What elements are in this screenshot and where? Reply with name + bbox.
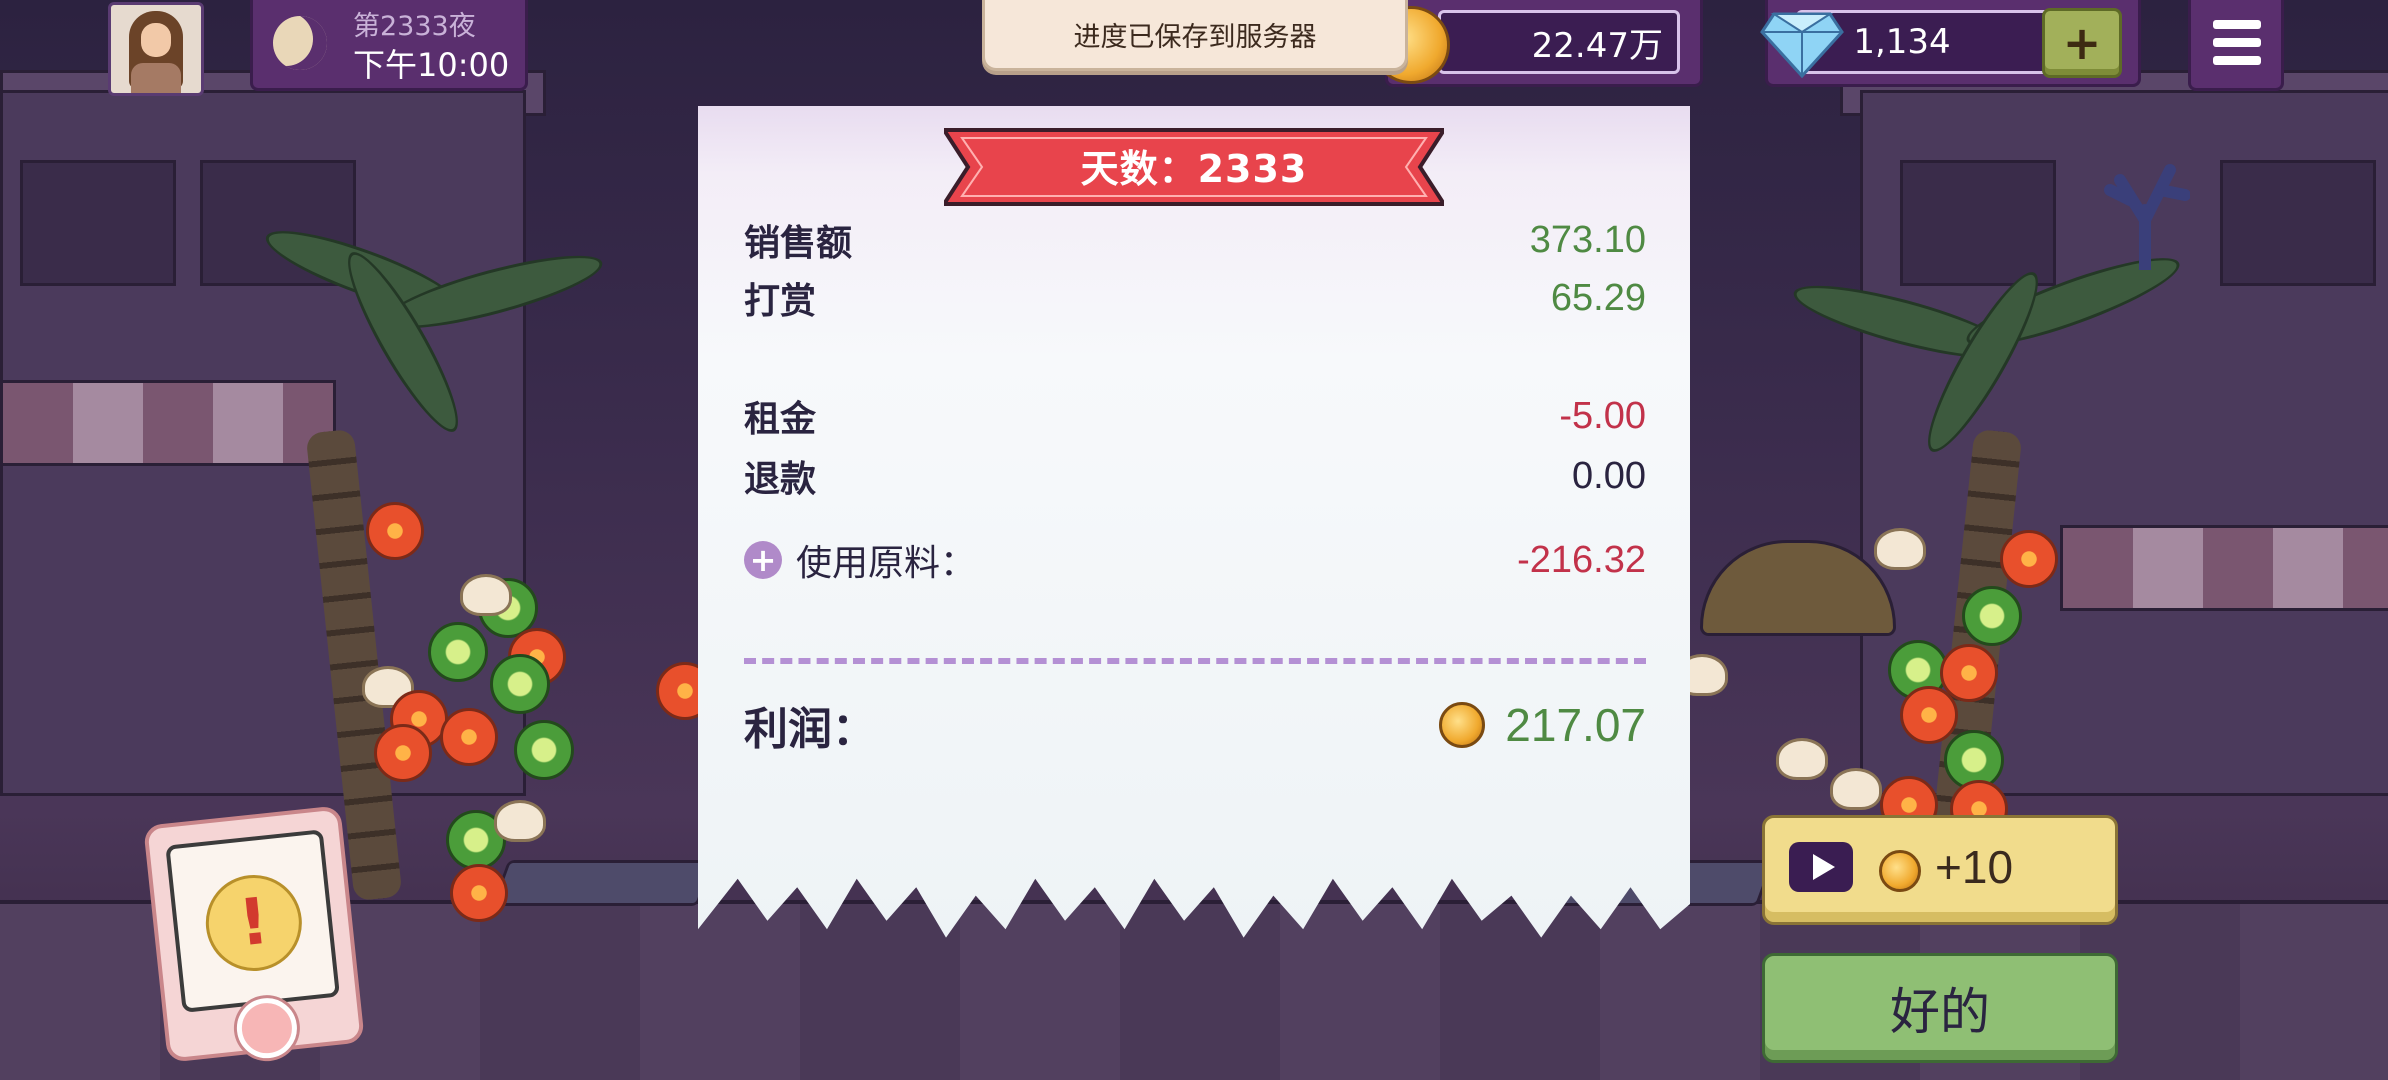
alert-card-button[interactable]: !: [143, 805, 365, 1063]
window: [1900, 160, 2056, 286]
tips-value: 65.29: [1550, 276, 1646, 319]
tomato-slice: [374, 724, 432, 782]
avatar-shirt: [131, 63, 181, 93]
tomato-slice: [366, 502, 424, 560]
receipt-divider: [744, 658, 1646, 664]
pepper-slice: [490, 654, 550, 714]
coin-balance: 22.47万: [1531, 25, 1663, 66]
menu-icon: [2213, 56, 2261, 65]
pepper-slice: [428, 622, 488, 682]
tips-row: 打赏 65.29: [744, 270, 1646, 326]
coin-icon: [1879, 850, 1921, 892]
save-toast: 进度已保存到服务器: [982, 0, 1408, 71]
refund-label: 退款: [744, 459, 817, 500]
sales-value: 373.10: [1529, 218, 1646, 261]
tomato-slice: [450, 864, 508, 922]
striped-awning: [2060, 525, 2388, 611]
pepper-slice: [514, 720, 574, 780]
menu-icon: [2213, 38, 2261, 47]
garlic-clove: [460, 574, 512, 616]
rent-value: -5.00: [1559, 394, 1646, 437]
ok-button[interactable]: 好的: [1762, 953, 2118, 1063]
watch-ad-reward-button[interactable]: +10: [1762, 815, 2118, 925]
sales-row: 销售额 373.10: [744, 212, 1646, 268]
refund-value: 0.00: [1572, 454, 1646, 497]
gem-icon: [1760, 12, 1844, 79]
alert-card-screen: !: [165, 829, 340, 1013]
profit-row: 利润： 217.07: [744, 690, 1646, 760]
profit-value: 217.07: [1505, 699, 1646, 751]
sales-label: 销售额: [744, 223, 853, 264]
coin-box: 22.47万: [1438, 10, 1680, 74]
tomato-slice: [440, 708, 498, 766]
materials-label: 使用原料：: [796, 543, 977, 584]
day-time-panel: 第2333夜 下午10:00: [250, 0, 528, 91]
tips-label: 打赏: [744, 281, 817, 322]
clock-time: 下午10:00: [353, 46, 510, 84]
tomato-slice: [2000, 530, 2058, 588]
buy-gems-button[interactable]: +: [2042, 8, 2122, 78]
window: [2220, 160, 2376, 286]
pepper-slice: [1962, 586, 2022, 646]
profit-amount: 217.07: [1439, 698, 1646, 752]
coral-decoration: [2104, 164, 2190, 270]
day-title: 天数：2333: [1080, 146, 1308, 191]
refund-row: 退款 0.00: [744, 448, 1646, 504]
garlic-clove: [1874, 528, 1926, 570]
avatar-face: [141, 23, 171, 57]
night-counter: 第2333夜: [353, 11, 476, 42]
play-icon: [1789, 842, 1853, 892]
garlic-clove: [1830, 768, 1882, 810]
coin-icon: [1439, 702, 1486, 748]
plus-icon[interactable]: +: [744, 541, 782, 579]
rent-row: 租金 -5.00: [744, 388, 1646, 444]
alert-icon: !: [201, 870, 307, 976]
garlic-clove: [1776, 738, 1828, 780]
garlic-clove: [494, 800, 546, 842]
tomato-slice: [1900, 686, 1958, 744]
profit-label: 利润：: [744, 704, 876, 755]
striped-awning: [0, 380, 336, 466]
window: [20, 160, 176, 286]
player-avatar[interactable]: [108, 2, 204, 96]
materials-row[interactable]: + 使用原料： -216.32: [744, 532, 1646, 588]
menu-button[interactable]: [2188, 0, 2284, 91]
materials-expand[interactable]: + 使用原料：: [744, 534, 976, 586]
rent-label: 租金: [744, 399, 817, 440]
menu-icon: [2213, 20, 2261, 29]
moon-icon: [273, 16, 327, 70]
beach-chair: [491, 860, 715, 906]
ad-reward-amount: +10: [1935, 841, 2014, 893]
materials-value: -216.32: [1517, 538, 1646, 581]
